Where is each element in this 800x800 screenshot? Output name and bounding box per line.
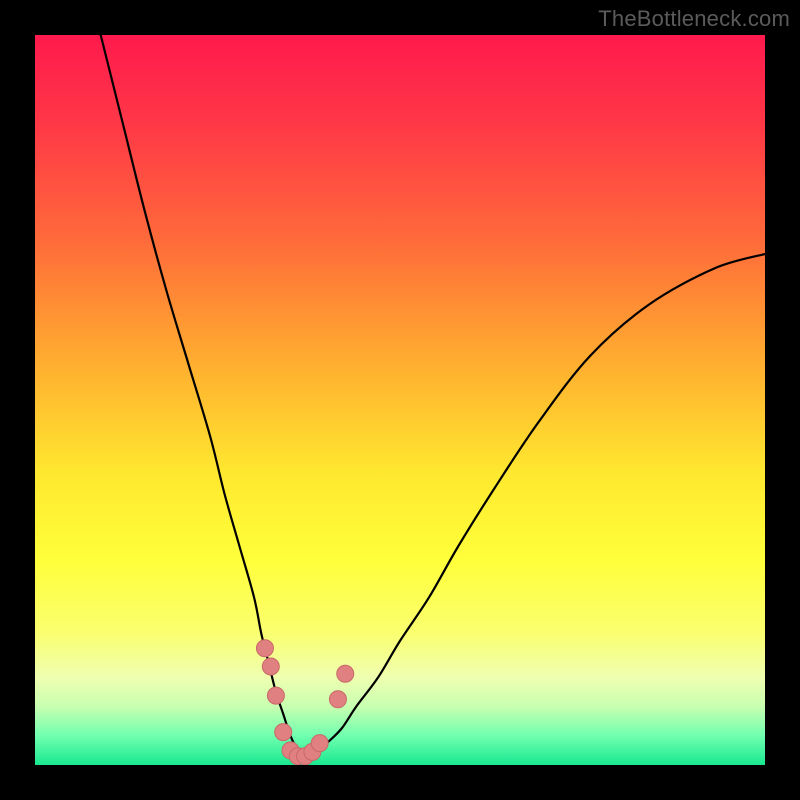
curve-markers bbox=[256, 640, 353, 765]
curve-marker bbox=[267, 687, 284, 704]
curve-marker bbox=[311, 735, 328, 752]
watermark-text: TheBottleneck.com bbox=[598, 6, 790, 32]
curve-marker bbox=[256, 640, 273, 657]
chart-frame: TheBottleneck.com bbox=[0, 0, 800, 800]
plot-area bbox=[35, 35, 765, 765]
curve-marker bbox=[329, 691, 346, 708]
curve-marker bbox=[275, 724, 292, 741]
bottleneck-curve bbox=[101, 35, 765, 759]
curve-layer bbox=[35, 35, 765, 765]
curve-marker bbox=[337, 665, 354, 682]
curve-marker bbox=[262, 658, 279, 675]
